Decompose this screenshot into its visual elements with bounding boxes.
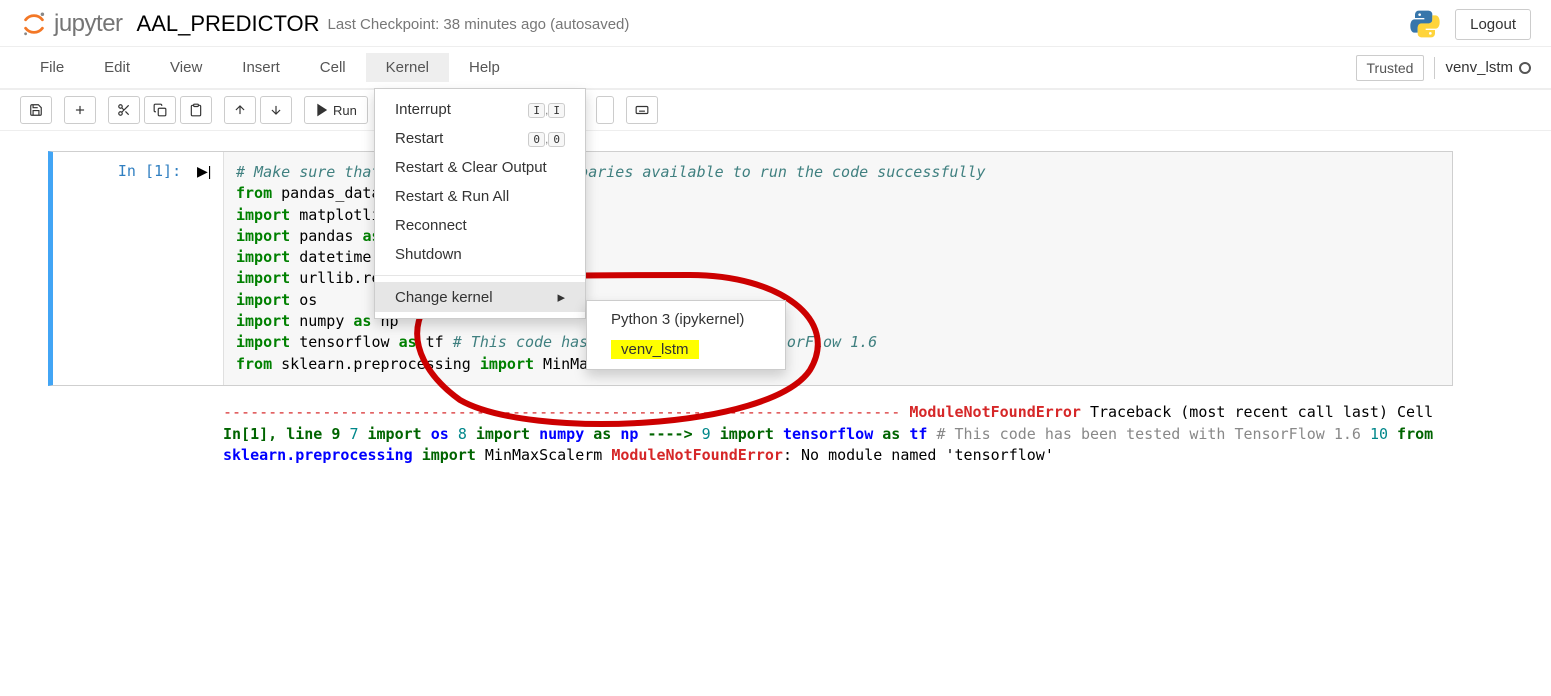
move-up-button[interactable] xyxy=(224,96,256,124)
cut-button[interactable] xyxy=(108,96,140,124)
save-button[interactable] xyxy=(20,96,52,124)
python-icon xyxy=(1409,8,1441,40)
kernel-restart-clear-label: Restart & Clear Output xyxy=(395,159,547,176)
logout-button[interactable]: Logout xyxy=(1455,9,1531,40)
kernel-reconnect-label: Reconnect xyxy=(395,217,467,234)
kernel-change-kernel-label: Change kernel xyxy=(395,289,493,306)
cell-label: Cell xyxy=(1397,403,1433,421)
checkpoint-status: Last Checkpoint: 38 minutes ago (autosav… xyxy=(328,16,630,33)
kernel-interrupt[interactable]: Interrupt I,I xyxy=(375,95,585,124)
header: jupyter AAL_PREDICTOR Last Checkpoint: 3… xyxy=(0,0,1551,46)
kernel-interrupt-shortcut: I,I xyxy=(528,103,565,117)
chevron-right-icon: ▸ xyxy=(557,288,565,306)
run-button-label: Run xyxy=(333,103,357,118)
menu-separator xyxy=(375,275,585,276)
arrow-down-icon xyxy=(269,103,283,117)
paste-button[interactable] xyxy=(180,96,212,124)
copy-icon xyxy=(153,103,167,117)
jupyter-logo[interactable]: jupyter xyxy=(20,10,123,38)
kernel-shutdown-label: Shutdown xyxy=(395,246,462,263)
kernel-reconnect[interactable]: Reconnect xyxy=(375,211,585,240)
kernel-option-python3[interactable]: Python 3 (ipykernel) xyxy=(587,305,785,334)
save-icon xyxy=(29,103,43,117)
menu-insert[interactable]: Insert xyxy=(222,53,300,82)
kernel-option-python3-label: Python 3 (ipykernel) xyxy=(611,311,744,328)
kernel-name-display[interactable]: venv_lstm xyxy=(1445,59,1531,76)
kernel-change-kernel[interactable]: Change kernel ▸ xyxy=(375,282,585,312)
final-error-name: ModuleNotFoundError xyxy=(611,446,783,464)
in-label: In[1], line 9 xyxy=(223,425,340,443)
menu-edit[interactable]: Edit xyxy=(84,53,150,82)
change-kernel-submenu: Python 3 (ipykernel) venv_lstm xyxy=(586,300,786,370)
kernel-restart-shortcut: 0,0 xyxy=(528,132,565,146)
kernel-interrupt-label: Interrupt xyxy=(395,101,451,118)
run-indicator-icon[interactable]: ▶| xyxy=(197,163,209,180)
jupyter-icon xyxy=(20,10,48,38)
menu-file[interactable]: File xyxy=(20,53,84,82)
run-button[interactable]: Run xyxy=(304,96,368,124)
error-name: ModuleNotFoundError xyxy=(909,403,1081,421)
copy-button[interactable] xyxy=(144,96,176,124)
error-dashline: ----------------------------------------… xyxy=(223,403,900,421)
cell-prompt: In [1]: xyxy=(118,162,181,180)
keyboard-icon xyxy=(635,103,649,117)
notebook-name[interactable]: AAL_PREDICTOR xyxy=(137,11,320,37)
prompt-area: In [1]: ▶| xyxy=(53,152,223,385)
add-cell-button[interactable] xyxy=(64,96,96,124)
plus-icon xyxy=(73,103,87,117)
command-palette-button[interactable] xyxy=(626,96,658,124)
kernel-shutdown[interactable]: Shutdown xyxy=(375,240,585,269)
paste-icon xyxy=(189,103,203,117)
menu-kernel[interactable]: Kernel xyxy=(366,53,449,82)
kernel-restart-run-all[interactable]: Restart & Run All xyxy=(375,182,585,211)
jupyter-logo-text: jupyter xyxy=(54,10,123,38)
menu-view[interactable]: View xyxy=(150,53,222,82)
final-error-msg: : No module named 'tensorflow' xyxy=(783,446,1054,464)
kernel-option-venv-lstm[interactable]: venv_lstm xyxy=(587,334,785,365)
move-down-button[interactable] xyxy=(260,96,292,124)
kernel-option-venv-lstm-label: venv_lstm xyxy=(611,340,699,359)
arrow-up-icon xyxy=(233,103,247,117)
menu-cell[interactable]: Cell xyxy=(300,53,366,82)
toolbar: Run xyxy=(0,90,1551,131)
cell-output: ----------------------------------------… xyxy=(48,386,1453,467)
kernel-dropdown: Interrupt I,I Restart 0,0 Restart & Clea… xyxy=(374,88,586,319)
menubar: File Edit View Insert Cell Kernel Help T… xyxy=(0,46,1551,90)
kernel-restart-label: Restart xyxy=(395,130,443,147)
cut-icon xyxy=(117,103,131,117)
kernel-name-text: venv_lstm xyxy=(1445,59,1513,76)
kernel-restart[interactable]: Restart 0,0 xyxy=(375,124,585,153)
traceback-label: Traceback (most recent call last) xyxy=(1081,403,1388,421)
trusted-indicator[interactable]: Trusted xyxy=(1356,55,1425,81)
kernel-status-icon xyxy=(1519,62,1531,74)
menu-help[interactable]: Help xyxy=(449,53,520,82)
cell-type-select[interactable] xyxy=(596,96,614,124)
play-icon xyxy=(315,103,329,117)
kernel-restart-run-all-label: Restart & Run All xyxy=(395,188,509,205)
kernel-restart-clear[interactable]: Restart & Clear Output xyxy=(375,153,585,182)
